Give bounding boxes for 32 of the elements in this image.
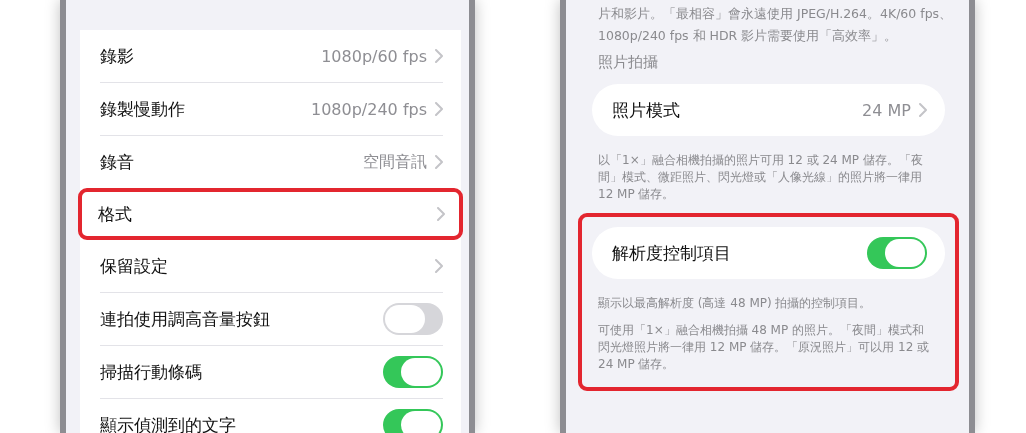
setting-label: 保留設定 [100, 254, 169, 278]
chevron-icon [919, 103, 927, 117]
setting-value: 1080p/60 fps [321, 46, 427, 66]
setting-label: 照片模式 [612, 98, 681, 122]
setting-value: 空間音訊 [363, 151, 427, 173]
toggle-switch[interactable] [383, 409, 443, 433]
settings-row[interactable]: 照片模式 24 MP [592, 84, 945, 136]
setting-label: 掃描行動條碼 [100, 360, 203, 384]
footer-note: 顯示以最高解析度 (高達 48 MP) 拍攝的控制項目。 [598, 295, 873, 312]
setting-label: 連拍使用調高音量按鈕 [100, 307, 271, 331]
footer-note: 以「1×」融合相機拍攝的照片可用 12 或 24 MP 儲存。「夜 間」模式、微距照片、閃光燈或「人像光線」的照片將一律用 12 MP 儲存。 [598, 152, 924, 203]
chevron-icon [435, 155, 443, 169]
setting-label: 錄音 [100, 150, 135, 174]
setting-value: 24 MP [862, 100, 911, 120]
footer-note: 可使用「1×」融合相機拍攝 48 MP 的照片。「夜間」模式和 閃光燈照片將一律用 12 MP 儲存。「原況照片」可以用 12 或 24 MP 儲存。 [598, 322, 931, 373]
setting-label: 錄影 [100, 44, 135, 68]
setting-label: 解析度控制項目 [612, 241, 732, 265]
toggle-switch[interactable] [867, 237, 927, 269]
chevron-icon [437, 207, 445, 221]
settings-row[interactable]: 格式 [78, 188, 463, 240]
chevron-icon [435, 102, 443, 116]
chevron-icon [435, 259, 443, 273]
settings-row[interactable]: 解析度控制項目 [592, 227, 945, 279]
setting-label: 顯示偵測到的文字 [100, 413, 237, 433]
setting-label: 格式 [98, 202, 133, 226]
chevron-icon [435, 49, 443, 63]
section-header: 照片拍攝 [598, 53, 659, 72]
setting-label: 錄製慢動作 [100, 97, 186, 121]
toggle-switch[interactable] [383, 356, 443, 388]
footer-note: 片和影片。「最相容」會永遠使用 JPEG/H.264。4K/60 fps、 1080p/240 fps 和 HDR 影片需要使用「高效率」。 [598, 5, 945, 45]
toggle-switch[interactable] [383, 303, 443, 335]
setting-value: 1080p/240 fps [311, 99, 427, 119]
